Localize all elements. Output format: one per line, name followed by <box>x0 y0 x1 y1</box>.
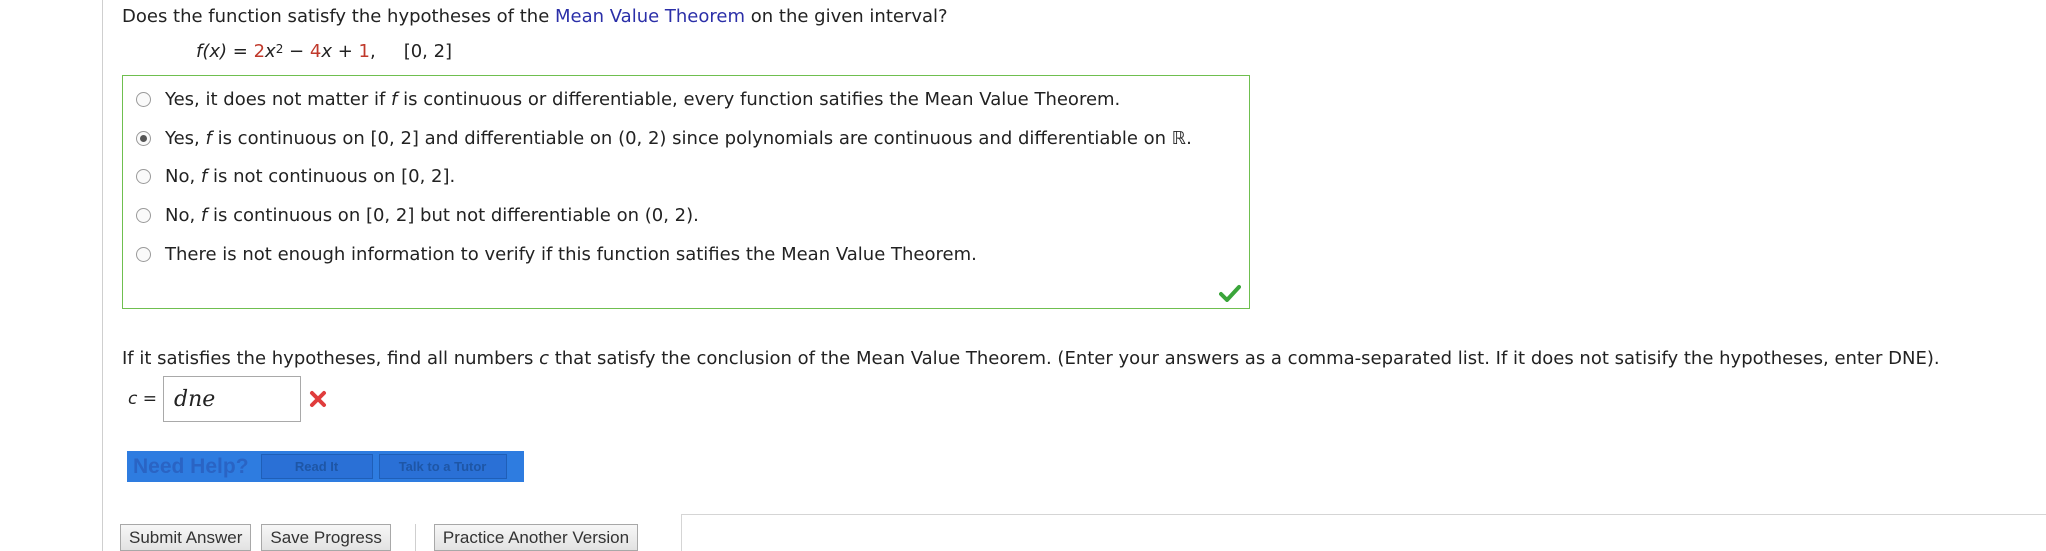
talk-to-tutor-button[interactable]: Talk to a Tutor <box>378 454 507 479</box>
c-equals-label: c = <box>128 389 158 409</box>
formula-eq: = <box>227 41 254 62</box>
choice-text: No, f is not continuous on [0, 2]. <box>165 165 456 187</box>
button-separator <box>414 524 416 551</box>
function-formula: f(x) = 2x2 − 4x + 1, [0, 2] <box>196 40 452 64</box>
answer-row: c = <box>128 376 327 422</box>
need-help-bar: Need Help? Read It Talk to a Tutor <box>127 451 524 482</box>
choice-2[interactable]: Yes, f is continuous on [0, 2] and diffe… <box>136 126 1192 150</box>
question-prefix: Does the function satisfy the hypotheses… <box>122 6 555 27</box>
radio-button[interactable] <box>136 168 151 184</box>
question-suffix: on the given interval? <box>745 6 948 27</box>
formula-var2: x <box>321 41 332 62</box>
submit-answer-button[interactable]: Submit Answer <box>120 524 252 551</box>
formula-var1: x <box>265 41 276 62</box>
incorrect-x-icon <box>310 391 327 407</box>
save-progress-button[interactable]: Save Progress <box>261 524 391 551</box>
radio-button[interactable] <box>136 207 151 223</box>
c-variable: c <box>539 348 549 369</box>
mvt-link-text: Mean Value Theorem <box>554 6 746 27</box>
radio-button-selected[interactable] <box>136 130 151 146</box>
need-help-label: Need Help? <box>133 454 249 478</box>
choice-text: There is not enough information to verif… <box>165 243 977 265</box>
choice-text: Yes, it does not matter if f is continuo… <box>165 88 1121 110</box>
formula-fx: f(x) <box>196 41 228 62</box>
choice-text: No, f is continuous on [0, 2] but not di… <box>165 204 699 226</box>
formula-op2: + <box>331 41 359 62</box>
radio-button[interactable] <box>136 91 151 107</box>
formula-op1: − <box>283 41 310 62</box>
formula-coef2: 4 <box>309 41 322 62</box>
question-text: Does the function satisfy the hypotheses… <box>122 5 948 29</box>
formula-coef1: 2 <box>253 41 266 62</box>
left-divider <box>102 0 103 551</box>
choice-3[interactable]: No, f is not continuous on [0, 2]. <box>136 164 455 188</box>
formula-exponent: 2 <box>275 42 284 56</box>
action-buttons: Submit Answer Save Progress Practice Ano… <box>120 524 639 551</box>
footer-divider <box>681 514 2046 515</box>
formula-comma: , <box>369 41 376 62</box>
choice-4[interactable]: No, f is continuous on [0, 2] but not di… <box>136 203 699 227</box>
radio-button[interactable] <box>136 246 151 262</box>
answer-choices-box: Yes, it does not matter if f is continuo… <box>122 75 1250 309</box>
c-answer-input[interactable] <box>163 376 302 422</box>
choice-text: Yes, f is continuous on [0, 2] and diffe… <box>165 127 1192 149</box>
footer-vertical-divider <box>681 514 682 551</box>
choice-5[interactable]: There is not enough information to verif… <box>136 242 977 266</box>
part2-question-text: If it satisfies the hypotheses, find all… <box>122 348 1940 369</box>
choice-1[interactable]: Yes, it does not matter if f is continuo… <box>136 87 1120 111</box>
formula-interval: [0, 2] <box>403 41 453 62</box>
read-it-button[interactable]: Read It <box>260 454 373 479</box>
correct-check-icon <box>1219 285 1241 302</box>
practice-another-version-button[interactable]: Practice Another Version <box>433 524 639 551</box>
formula-const: 1 <box>358 41 370 62</box>
